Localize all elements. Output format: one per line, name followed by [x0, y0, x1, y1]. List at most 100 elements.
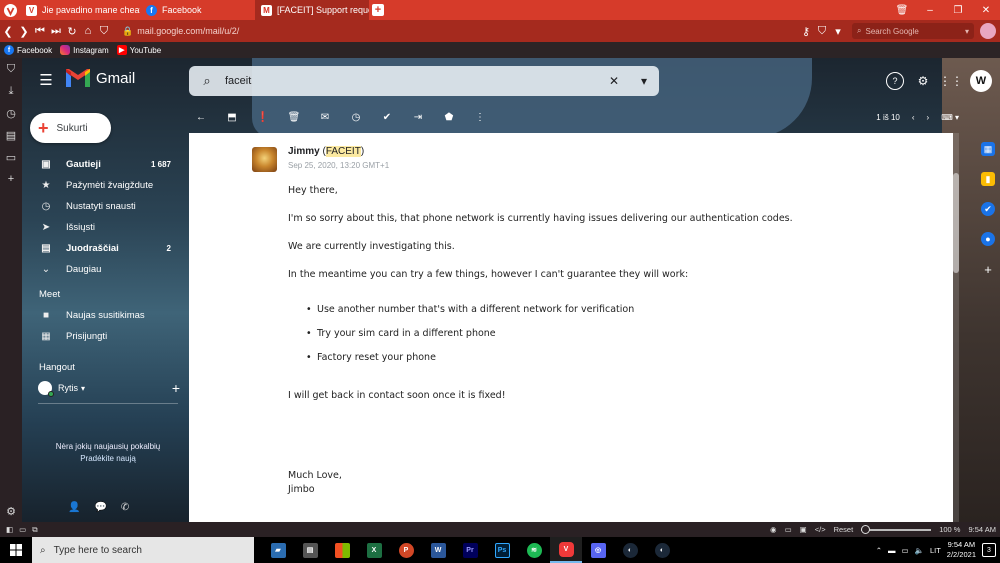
taskbar-clock[interactable]: 9:54 AM 2/2/2021 [947, 540, 976, 560]
nav-item-sent[interactable]: ➤ Išsiųsti [22, 217, 182, 238]
move-to-icon[interactable]: ⇥ [406, 107, 430, 127]
notifications-button[interactable]: 3 [982, 543, 996, 557]
rewind-icon[interactable]: ⏮ [32, 20, 48, 42]
more-options-icon[interactable]: ⋮ [468, 107, 492, 127]
nav-item-drafts[interactable]: ▤ Juodraščiai 2 [22, 238, 182, 259]
taskbar-app-explorer[interactable]: ▰ [262, 537, 294, 563]
report-spam-icon[interactable]: ❗ [251, 107, 275, 127]
profile-avatar[interactable] [980, 23, 996, 39]
bookmarks-panel-icon[interactable]: ⛉ [0, 58, 22, 80]
network-icon[interactable]: ▭ [902, 546, 909, 555]
settings-gear-icon[interactable]: ⚙ [914, 72, 932, 90]
image-icon[interactable]: ▣ [800, 525, 807, 534]
browser-tab[interactable]: V Jie pavadino mane cheaterį... [20, 0, 140, 20]
panel-toggle-icon[interactable]: ◧ [6, 525, 13, 535]
forward-icon[interactable]: ❯ [16, 20, 32, 42]
taskbar-app-spotify[interactable]: ≋ [518, 537, 550, 563]
window-icon[interactable]: ⧉ [32, 525, 37, 535]
history-icon[interactable]: ◷ [0, 102, 22, 124]
get-addons-icon[interactable]: + [981, 262, 995, 277]
fast-forward-icon[interactable]: ⏭ [48, 20, 64, 42]
apps-grid-icon[interactable]: ⋮⋮ [939, 72, 963, 90]
close-icon[interactable]: ✕ [972, 0, 1000, 20]
zoom-slider-knob[interactable] [861, 524, 871, 534]
taskbar-app-microsoft[interactable] [326, 537, 358, 563]
taskbar-app-powerpoint[interactable]: P [390, 537, 422, 563]
settings-icon[interactable]: ⚙ [0, 500, 22, 522]
taskbar-app-vivaldi[interactable]: V [550, 537, 582, 563]
home-icon[interactable]: ⌂ [80, 20, 96, 42]
window-panel-icon[interactable]: ▭ [0, 146, 22, 168]
bookmark-facebook[interactable]: f Facebook [4, 45, 52, 55]
taskbar-app-photoshop[interactable]: Ps [486, 537, 518, 563]
nav-item-inbox[interactable]: ▣ Gautieji 1 687 [22, 154, 182, 175]
nav-item-more[interactable]: ⌄ Daugiau [22, 259, 182, 280]
taskbar-app-word[interactable]: W [422, 537, 454, 563]
taskbar-app-steam[interactable]: ◐ [614, 537, 646, 563]
taskbar-app-excel[interactable]: X [358, 537, 390, 563]
vivaldi-logo-icon[interactable] [0, 0, 20, 20]
contacts-icon[interactable]: ● [981, 232, 995, 246]
input-language[interactable]: LIT [930, 546, 941, 555]
volume-icon[interactable]: 🔈 [915, 546, 924, 555]
trash-icon[interactable]: 🗑 [888, 0, 916, 20]
windows-search-box[interactable]: ⌕ Type here to search [32, 537, 254, 563]
previous-icon[interactable]: ‹ [912, 113, 915, 122]
battery-icon[interactable]: ▬ [888, 546, 896, 555]
key-icon[interactable]: ⚷ [798, 20, 814, 42]
dropdown-icon[interactable]: ▾ [830, 20, 846, 42]
calendar-icon[interactable]: ▦ [981, 142, 995, 156]
downloads-icon[interactable]: ⤓ [0, 80, 22, 102]
bookmark-icon[interactable]: ⛉ [814, 20, 830, 42]
compose-button[interactable]: + Sukurti [30, 113, 111, 143]
mark-unread-icon[interactable]: ✉ [313, 107, 337, 127]
add-panel-icon[interactable]: + [0, 168, 22, 190]
bookmark-youtube[interactable]: ▶ YouTube [116, 45, 161, 55]
minimize-icon[interactable]: – [916, 0, 944, 20]
message-scrollbar[interactable] [953, 133, 959, 522]
meet-new-meeting[interactable]: ■ Naujas susitikimas [22, 305, 182, 326]
back-icon[interactable]: ❮ [0, 20, 16, 42]
clear-search-icon[interactable]: ✕ [599, 74, 629, 88]
start-button[interactable] [0, 537, 32, 563]
search-options-icon[interactable]: ▾ [629, 74, 659, 88]
hangout-chat-icon[interactable]: 💬 [94, 502, 106, 513]
tab-tiling-icon[interactable]: ▭ [785, 525, 792, 534]
new-tab-button[interactable]: + [369, 0, 387, 20]
browser-tab[interactable]: f Facebook [140, 0, 255, 20]
zoom-reset-button[interactable]: Reset [834, 525, 854, 534]
zoom-slider[interactable] [861, 524, 932, 534]
tasks-icon[interactable]: ✔ [981, 202, 995, 216]
taskbar-app-steam-2[interactable]: ◐ [646, 537, 678, 563]
code-icon[interactable]: </> [815, 525, 826, 534]
delete-icon[interactable]: 🗑 [282, 107, 306, 127]
taskbar-app-premiere[interactable]: Pr [454, 537, 486, 563]
phone-icon[interactable]: ✆ [121, 502, 129, 513]
add-hangout-icon[interactable]: + [172, 380, 180, 396]
url-field[interactable]: 🔒 mail.google.com/mail/u/2/ [122, 26, 239, 37]
tile-icon[interactable]: ▭ [19, 525, 26, 535]
add-task-icon[interactable]: ✔ [375, 107, 399, 127]
archive-icon[interactable]: ⬒ [220, 107, 244, 127]
nav-item-starred[interactable]: ★ Pažymėti žvaigždute [22, 175, 182, 196]
main-menu-icon[interactable]: ☰ [34, 68, 58, 92]
browser-tab-active[interactable]: M [FACEIT] Support request re... [255, 0, 369, 20]
maximize-icon[interactable]: ❐ [944, 0, 972, 20]
google-search-field[interactable]: ⌕ Search Google ▾ [852, 23, 974, 39]
taskbar-app-store[interactable]: ▤ [294, 537, 326, 563]
help-icon[interactable]: ? [886, 72, 904, 90]
mail-search-input[interactable] [225, 75, 599, 87]
next-icon[interactable]: › [927, 113, 930, 122]
show-hidden-icons-icon[interactable]: ⌃ [876, 546, 882, 555]
capture-icon[interactable]: ◉ [770, 525, 777, 534]
gmail-logo[interactable]: Gmail [66, 69, 135, 87]
back-to-list-icon[interactable]: ← [189, 107, 213, 127]
person-icon[interactable]: 👤 [68, 502, 80, 513]
notes-icon[interactable]: ▤ [0, 124, 22, 146]
snooze-icon[interactable]: ◷ [344, 107, 368, 127]
search-icon[interactable]: ⌕ [189, 73, 225, 89]
input-tools-icon[interactable]: ⌨ ▾ [941, 113, 959, 122]
start-new-chat-link[interactable]: Pradėkite naują [38, 453, 178, 465]
shield-icon[interactable]: ⛉ [96, 20, 112, 42]
hangout-user[interactable]: Rytis ▾ + [38, 379, 180, 397]
